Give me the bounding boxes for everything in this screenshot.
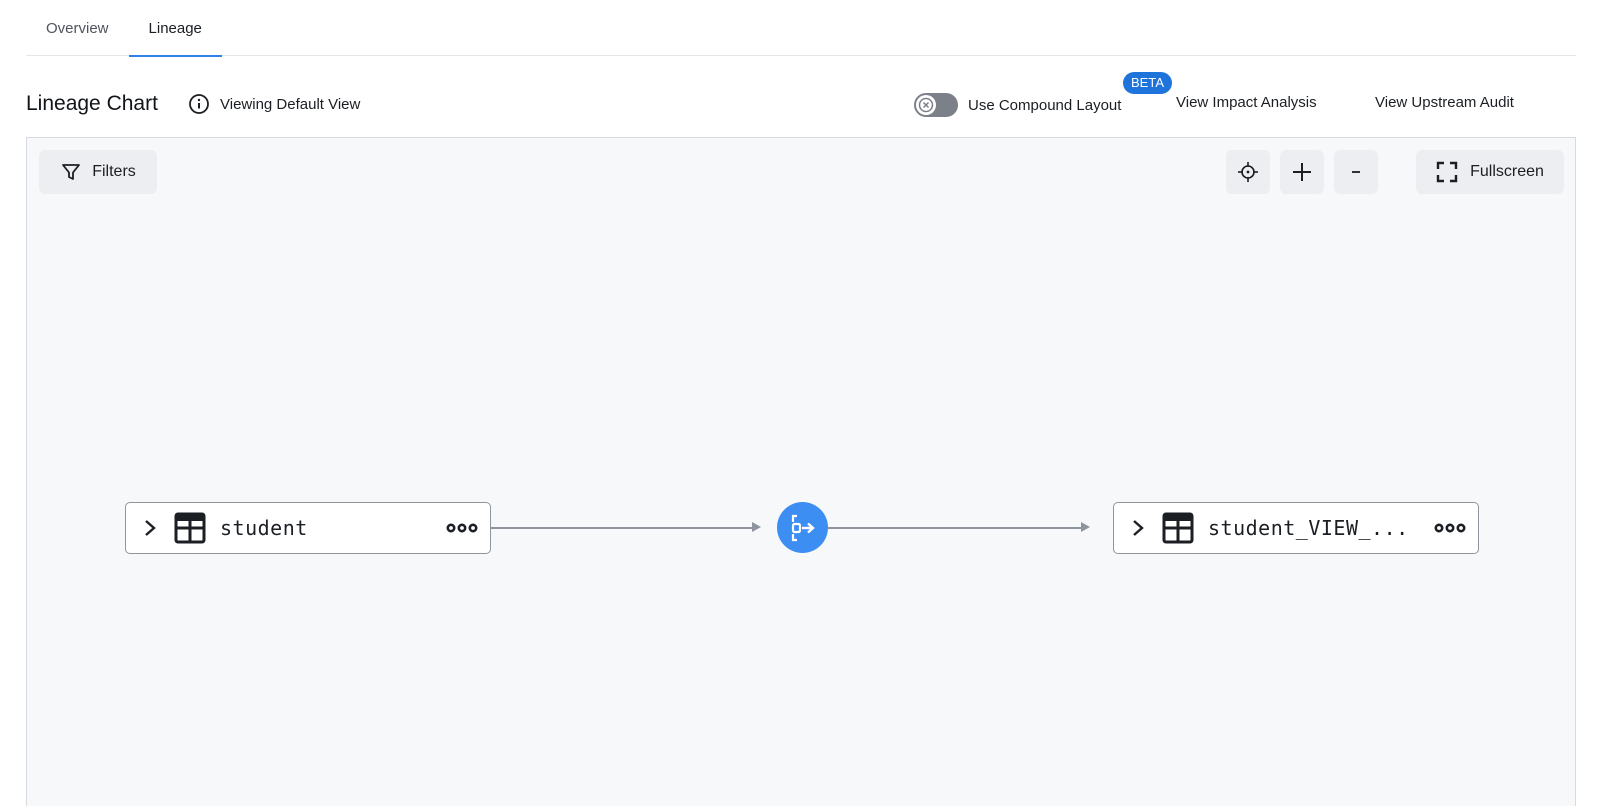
more-options-icon[interactable] <box>446 521 478 535</box>
toggle-off-icon <box>916 95 936 115</box>
node-name: student_VIEW_... <box>1208 516 1409 540</box>
filters-button[interactable]: Filters <box>39 150 157 194</box>
compound-layout-control: Use Compound Layout <box>914 93 1121 117</box>
view-label: Viewing Default View <box>220 95 361 113</box>
zoom-in-icon <box>1293 163 1311 181</box>
edge-arrowhead <box>752 522 761 532</box>
lineage-node-target[interactable]: student_VIEW_... <box>1113 502 1479 554</box>
filter-icon <box>62 164 81 180</box>
edge-arrowhead <box>1081 522 1090 532</box>
fullscreen-icon <box>1436 161 1458 183</box>
zoom-in-button[interactable] <box>1280 150 1324 194</box>
lineage-canvas[interactable]: Filters Fullscreen student student_VIEW_… <box>26 137 1576 806</box>
process-icon <box>791 514 815 541</box>
table-icon <box>1162 512 1194 544</box>
page-title: Lineage Chart <box>26 92 158 115</box>
lineage-header: Lineage Chart Viewing Default View Use C… <box>26 72 1576 130</box>
view-selector[interactable]: Viewing Default View <box>188 93 360 115</box>
chevron-right-icon[interactable] <box>140 518 160 538</box>
view-upstream-audit-button[interactable]: View Upstream Audit <box>1375 94 1514 111</box>
fullscreen-label: Fullscreen <box>1470 163 1544 180</box>
compound-layout-toggle[interactable] <box>914 93 958 117</box>
chevron-right-icon[interactable] <box>1128 518 1148 538</box>
table-icon <box>174 512 206 544</box>
tab-lineage[interactable]: Lineage <box>128 0 223 57</box>
process-node[interactable] <box>777 502 828 553</box>
fit-view-button[interactable] <box>1226 150 1270 194</box>
zoom-out-icon <box>1352 171 1360 173</box>
compound-layout-label: Use Compound Layout <box>968 96 1122 114</box>
tab-overview[interactable]: Overview <box>26 0 129 56</box>
fit-view-icon <box>1238 162 1258 182</box>
view-impact-analysis-button[interactable]: View Impact Analysis <box>1176 94 1317 111</box>
lineage-edge-source-to-process <box>491 527 757 529</box>
filters-label: Filters <box>92 163 136 180</box>
node-name: student <box>220 516 308 540</box>
beta-badge: BETA <box>1123 72 1172 94</box>
zoom-out-button[interactable] <box>1334 150 1378 194</box>
fullscreen-button[interactable]: Fullscreen <box>1416 150 1564 194</box>
more-options-icon[interactable] <box>1434 521 1466 535</box>
tab-bar: Overview Lineage <box>26 0 1576 57</box>
lineage-edge-process-to-target <box>828 527 1083 529</box>
info-icon <box>189 94 209 114</box>
lineage-node-source[interactable]: student <box>125 502 491 554</box>
